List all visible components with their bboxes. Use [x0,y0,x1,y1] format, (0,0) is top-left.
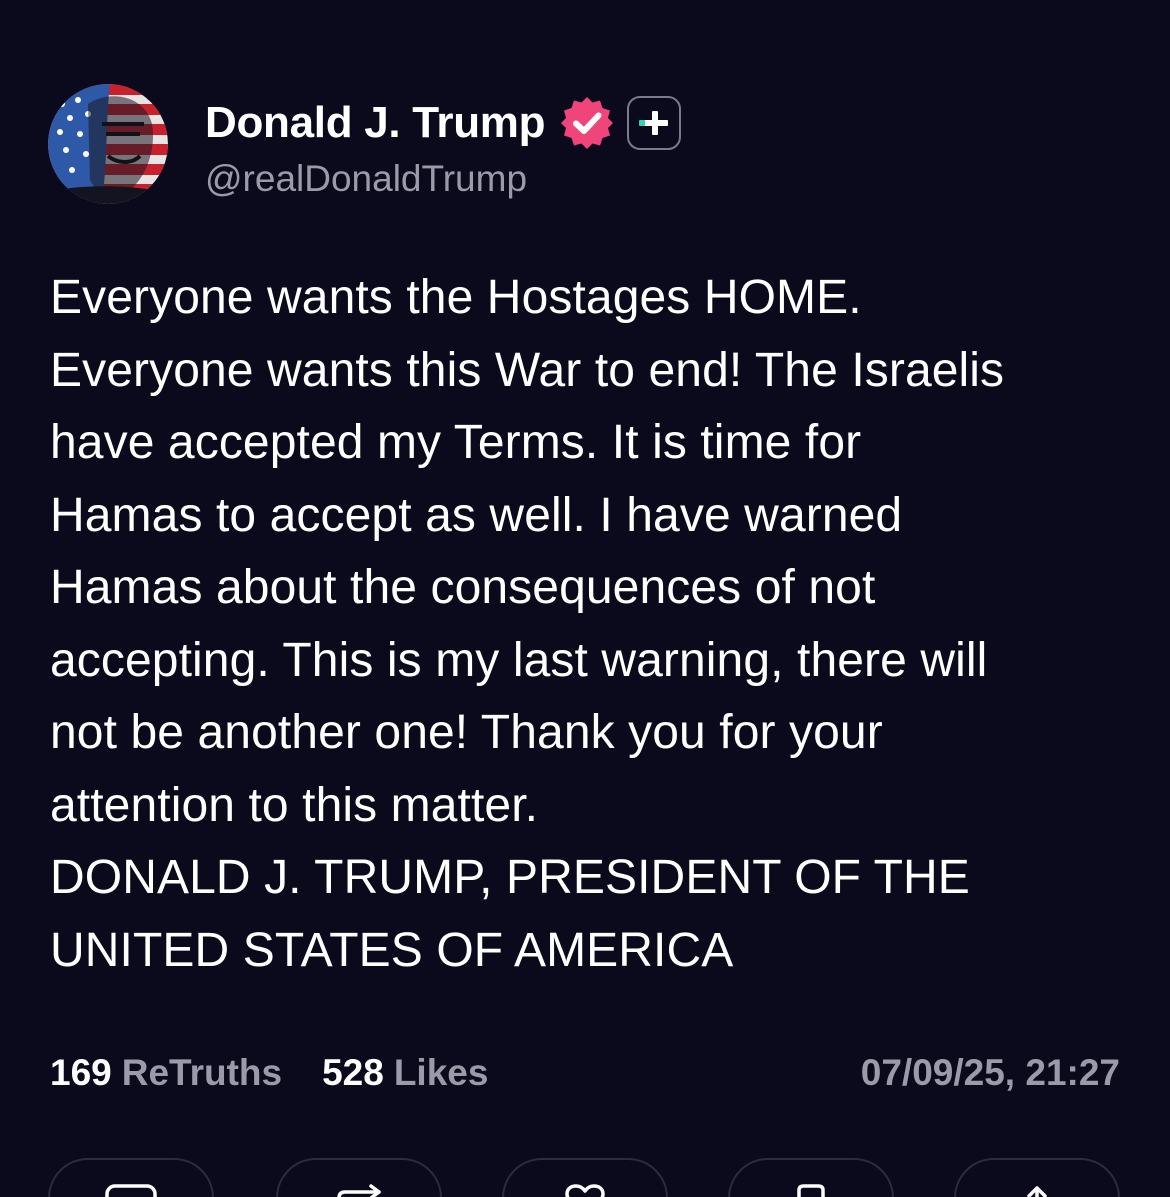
flag-portrait-avatar-icon [48,84,168,204]
like-icon [565,1184,605,1197]
likes-count: 528 [322,1052,384,1093]
reply-icon [105,1184,157,1197]
action-bar [0,1158,1170,1197]
likes-label: Likes [393,1052,489,1093]
retruths-count: 169 [50,1052,112,1093]
share-button[interactable] [954,1158,1120,1197]
verified-badge-icon [561,97,614,149]
bookmark-button[interactable] [728,1158,894,1197]
author-name-row: Donald J. Trump [205,92,682,154]
likes-stat[interactable]: 528 Likes [322,1052,488,1094]
plus-subscriber-icon [627,96,682,150]
bookmark-icon [797,1184,825,1197]
retruths-stat[interactable]: 169 ReTruths [50,1052,282,1094]
author-handle[interactable]: @realDonaldTrump [205,158,527,200]
post-stats: 169 ReTruths 528 Likes [50,1048,488,1098]
share-icon [1027,1186,1047,1197]
reply-button[interactable] [48,1158,214,1197]
retruth-icon [337,1184,381,1197]
retruths-label: ReTruths [121,1052,283,1093]
like-button[interactable] [502,1158,668,1197]
post-card: Donald J. Trump @realDonaldTrump Everyon… [0,0,1170,1197]
author-display-name[interactable]: Donald J. Trump [205,98,546,148]
avatar[interactable] [48,84,168,204]
post-text: Everyone wants the Hostages HOME. Everyo… [50,271,1005,977]
post-timestamp: 07/09/25, 21:27 [860,1052,1120,1093]
retruth-button[interactable] [276,1158,442,1197]
